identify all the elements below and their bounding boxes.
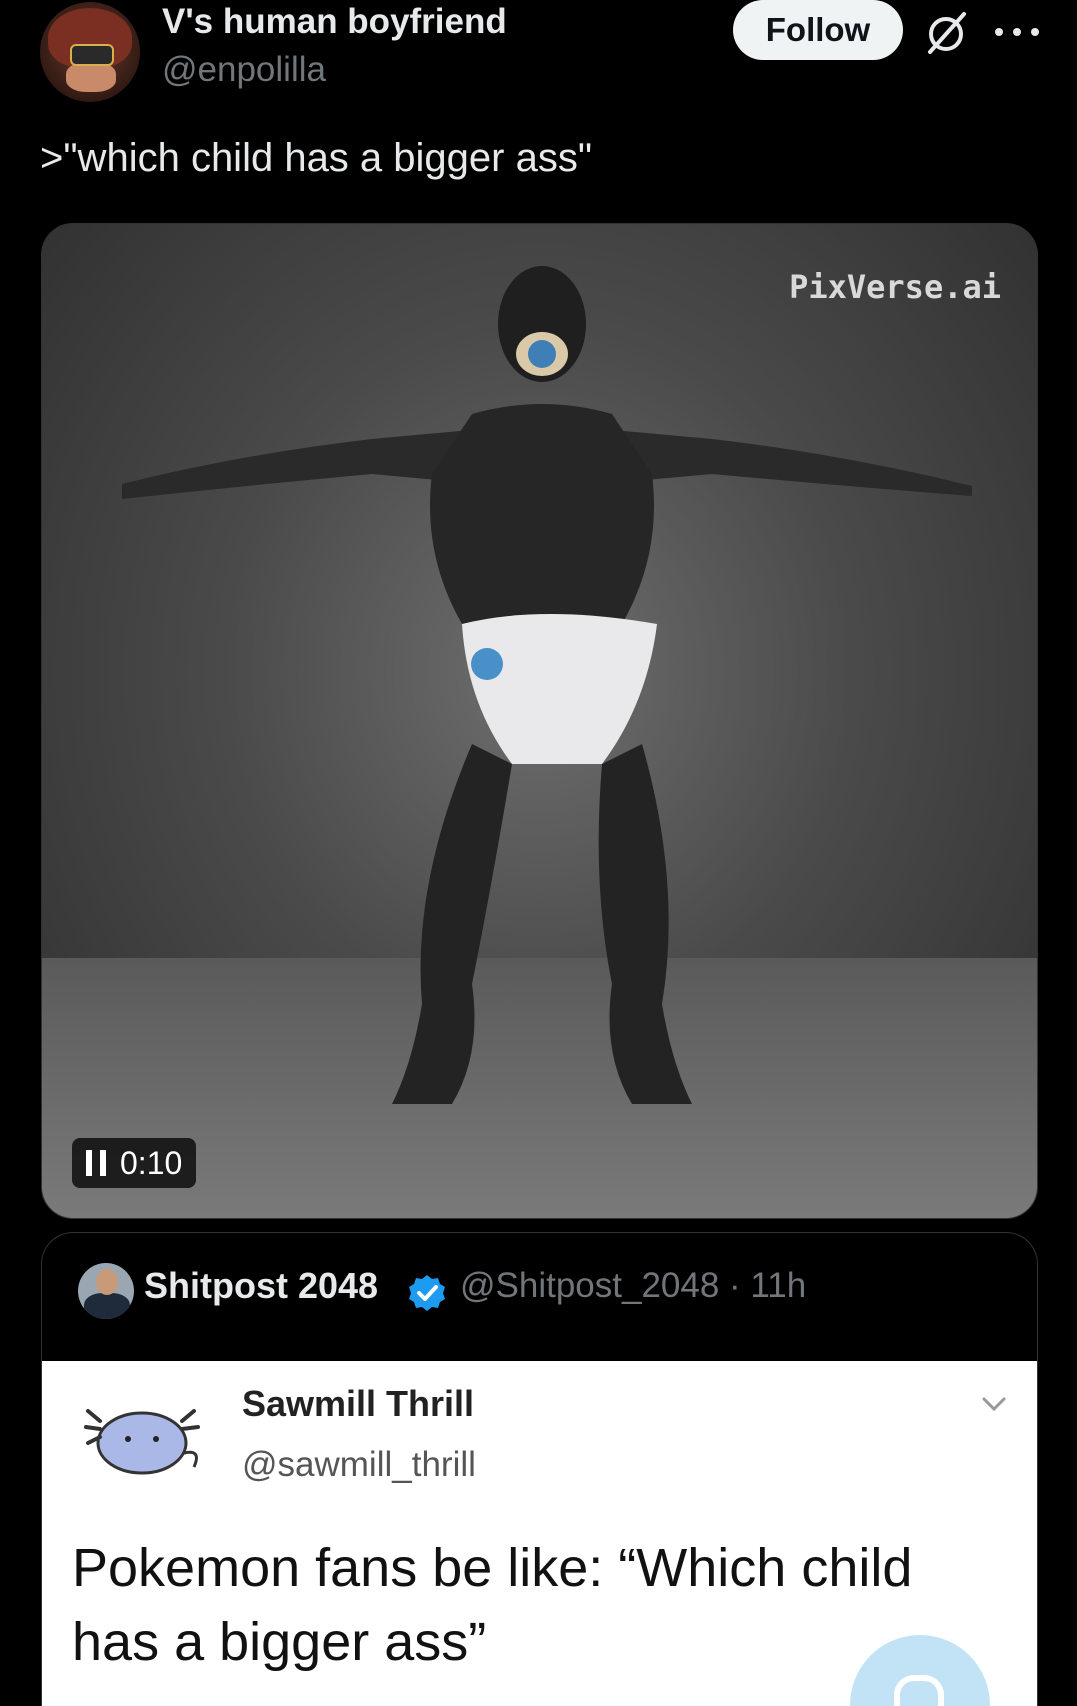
tweet-header: V's human boyfriend @enpolilla Follow xyxy=(0,0,1077,110)
follow-button[interactable]: Follow xyxy=(733,0,903,60)
author-name[interactable]: V's human boyfriend xyxy=(162,2,507,42)
chevron-down-icon xyxy=(982,1397,1006,1412)
axolotl-avatar-icon xyxy=(84,1409,200,1475)
author-handle[interactable]: @enpolilla xyxy=(162,50,326,90)
tweet-text: >"which child has a bigger ass" xyxy=(40,136,593,180)
quoted-author-handle-time: @Shitpost_2048 · 11h xyxy=(460,1266,807,1305)
embedded-tweet-text: Pokemon fans be like: “Which child has a… xyxy=(72,1538,913,1672)
embedded-author-name: Sawmill Thrill xyxy=(242,1383,475,1424)
video-player[interactable]: PixVerse.ai 0:10 xyxy=(41,223,1038,1219)
video-watermark: PixVerse.ai xyxy=(789,268,1001,306)
pause-icon[interactable] xyxy=(86,1150,106,1176)
video-frame xyxy=(122,266,972,1104)
quoted-author-avatar[interactable] xyxy=(78,1263,134,1319)
quoted-tweet[interactable]: Shitpost 2048 @Shitpost_2048 · 11h Sawmi… xyxy=(41,1232,1038,1706)
grok-icon[interactable] xyxy=(922,8,970,56)
playback-badge[interactable]: 0:10 xyxy=(72,1138,197,1188)
more-icon[interactable] xyxy=(995,10,1039,54)
quoted-author-name[interactable]: Shitpost 2048 xyxy=(144,1265,378,1307)
verified-badge-icon xyxy=(409,1275,445,1311)
author-avatar[interactable] xyxy=(40,2,140,102)
embedded-author-handle: @sawmill_thrill xyxy=(242,1445,476,1484)
video-timer: 0:10 xyxy=(120,1144,183,1181)
